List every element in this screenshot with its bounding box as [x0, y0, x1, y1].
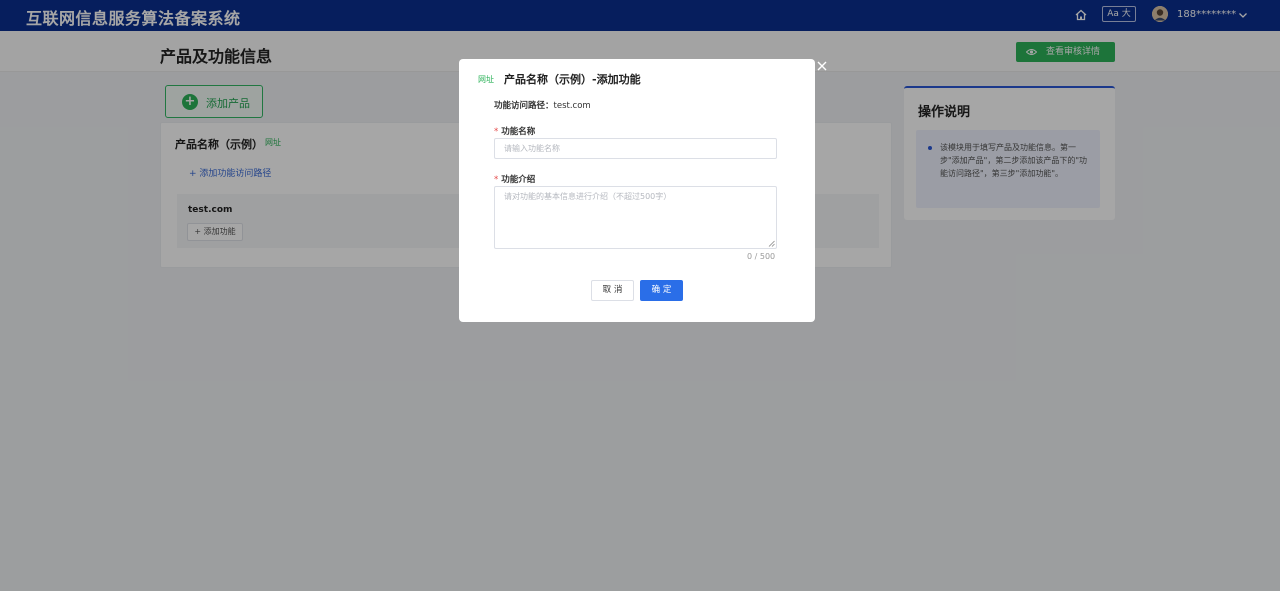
resize-grip-icon[interactable]: [768, 240, 775, 247]
function-intro-label-text: 功能介绍: [501, 175, 536, 185]
function-name-label: * 功能名称: [494, 125, 535, 137]
add-function-dialog: 网址 产品名称（示例）-添加功能 功能访问路径：test.com * 功能名称 请…: [459, 59, 815, 322]
function-intro-label: * 功能介绍: [494, 173, 535, 185]
function-path-label: 功能访问路径：: [494, 101, 554, 111]
required-star: *: [494, 127, 499, 137]
dialog-title: 产品名称（示例）-添加功能: [504, 73, 641, 86]
cancel-button[interactable]: 取 消: [591, 280, 634, 301]
function-name-input[interactable]: 请输入功能名称: [494, 138, 777, 159]
dialog-tag: 网址: [478, 75, 494, 84]
function-path-value: test.com: [553, 101, 591, 111]
function-path-line: 功能访问路径：test.com: [494, 99, 591, 111]
function-intro-textarea[interactable]: 请对功能的基本信息进行介绍（不超过500字）: [494, 186, 777, 249]
char-counter: 0 / 500: [747, 252, 776, 261]
confirm-button[interactable]: 确 定: [640, 280, 683, 301]
close-icon[interactable]: [816, 60, 828, 72]
function-name-label-text: 功能名称: [501, 127, 536, 137]
function-intro-placeholder: 请对功能的基本信息进行介绍（不超过500字）: [504, 192, 672, 201]
required-star: *: [494, 175, 499, 185]
function-name-placeholder: 请输入功能名称: [504, 144, 560, 153]
